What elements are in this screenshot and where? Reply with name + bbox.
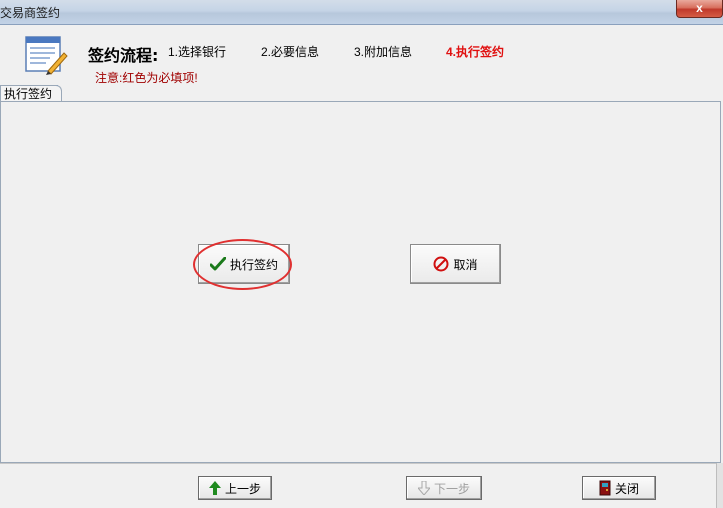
window-close-button[interactable]: x (676, 0, 723, 18)
no-entry-icon (433, 256, 449, 272)
previous-step-button[interactable]: 上一步 (198, 476, 272, 500)
close-label: 关闭 (614, 481, 639, 496)
next-step-label: 下一步 (433, 481, 470, 496)
window-title: 交易商签约 (0, 6, 61, 20)
required-fields-note: 注意:红色为必填项! (95, 71, 198, 85)
step-1-select-bank: 1.选择银行 (168, 45, 227, 59)
close-button[interactable]: 关闭 (582, 476, 656, 500)
arrow-down-icon (417, 481, 430, 495)
arrow-up-icon (208, 481, 221, 495)
exit-door-icon (599, 480, 611, 496)
title-bar: 交易商签约 x (0, 0, 723, 25)
cancel-button[interactable]: 取消 (410, 244, 501, 284)
cancel-label: 取消 (453, 257, 478, 272)
next-step-button: 下一步 (406, 476, 482, 500)
highlight-ring (193, 239, 292, 290)
wizard-header: 签约流程: 1.选择银行 2.必要信息 3.附加信息 4.执行签约 注意:红色为… (0, 26, 723, 86)
window-edge (716, 463, 723, 508)
previous-step-label: 上一步 (224, 481, 261, 496)
wizard-form-icon (25, 36, 68, 75)
footer-separator (0, 463, 723, 464)
step-3-additional-info: 3.附加信息 (354, 45, 413, 59)
step-4-execute-signing: 4.执行签约 (446, 45, 505, 59)
tab-panel (0, 101, 721, 463)
tab-execute-signing[interactable]: 执行签约 (0, 85, 62, 102)
flow-label: 签约流程: (88, 46, 159, 65)
step-2-required-info: 2.必要信息 (261, 45, 320, 59)
